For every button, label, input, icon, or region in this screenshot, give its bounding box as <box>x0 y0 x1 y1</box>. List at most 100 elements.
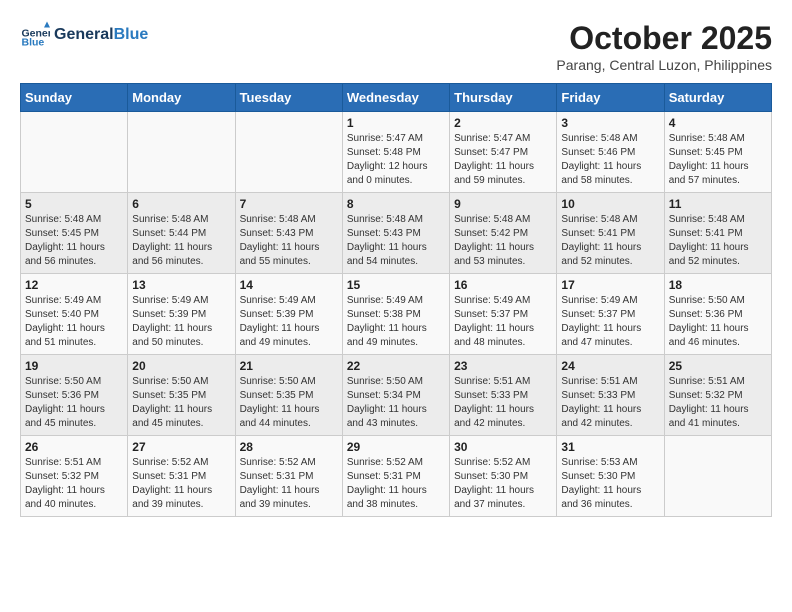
day-info: Sunrise: 5:47 AM Sunset: 5:47 PM Dayligh… <box>454 132 552 188</box>
day-number: 18 <box>669 278 767 292</box>
calendar-cell: 4 Sunrise: 5:48 AM Sunset: 5:45 PM Daylig… <box>664 112 771 193</box>
calendar-cell: 7 Sunrise: 5:48 AM Sunset: 5:43 PM Daylig… <box>235 193 342 274</box>
day-info: Sunrise: 5:47 AM Sunset: 5:48 PM Dayligh… <box>347 132 445 188</box>
day-info: Sunrise: 5:50 AM Sunset: 5:35 PM Dayligh… <box>132 375 230 431</box>
day-info: Sunrise: 5:50 AM Sunset: 5:35 PM Dayligh… <box>240 375 338 431</box>
weekday-header-sunday: Sunday <box>21 84 128 112</box>
calendar-cell <box>235 112 342 193</box>
day-info: Sunrise: 5:49 AM Sunset: 5:40 PM Dayligh… <box>25 294 123 350</box>
week-row-2: 5 Sunrise: 5:48 AM Sunset: 5:45 PM Daylig… <box>21 193 772 274</box>
day-info: Sunrise: 5:51 AM Sunset: 5:32 PM Dayligh… <box>669 375 767 431</box>
logo-text-line1: GeneralBlue <box>54 26 148 44</box>
calendar-cell: 8 Sunrise: 5:48 AM Sunset: 5:43 PM Daylig… <box>342 193 449 274</box>
week-row-5: 26Sunrise: 5:51 AM Sunset: 5:32 PM Dayli… <box>21 436 772 517</box>
calendar-cell: 28Sunrise: 5:52 AM Sunset: 5:31 PM Dayli… <box>235 436 342 517</box>
day-number: 26 <box>25 440 123 454</box>
calendar-cell: 30 Sunrise: 5:52 AM Sunset: 5:30 PM Dayli… <box>450 436 557 517</box>
calendar-cell: 31 Sunrise: 5:53 AM Sunset: 5:30 PM Dayli… <box>557 436 664 517</box>
day-number: 9 <box>454 197 552 211</box>
day-info: Sunrise: 5:48 AM Sunset: 5:45 PM Dayligh… <box>669 132 767 188</box>
calendar-cell: 13 Sunrise: 5:49 AM Sunset: 5:39 PM Dayli… <box>128 274 235 355</box>
calendar-cell: 25Sunrise: 5:51 AM Sunset: 5:32 PM Dayli… <box>664 355 771 436</box>
day-info: Sunrise: 5:49 AM Sunset: 5:37 PM Dayligh… <box>454 294 552 350</box>
weekday-header-thursday: Thursday <box>450 84 557 112</box>
calendar-cell <box>128 112 235 193</box>
day-number: 7 <box>240 197 338 211</box>
svg-text:Blue: Blue <box>22 37 45 49</box>
week-row-4: 19 Sunrise: 5:50 AM Sunset: 5:36 PM Dayli… <box>21 355 772 436</box>
day-number: 4 <box>669 116 767 130</box>
title-block: October 2025 Parang, Central Luzon, Phil… <box>556 20 772 73</box>
day-info: Sunrise: 5:48 AM Sunset: 5:43 PM Dayligh… <box>347 213 445 269</box>
day-number: 28 <box>240 440 338 454</box>
calendar-cell: 20Sunrise: 5:50 AM Sunset: 5:35 PM Dayli… <box>128 355 235 436</box>
day-number: 27 <box>132 440 230 454</box>
calendar-cell: 2 Sunrise: 5:47 AM Sunset: 5:47 PM Daylig… <box>450 112 557 193</box>
calendar-cell: 1 Sunrise: 5:47 AM Sunset: 5:48 PM Daylig… <box>342 112 449 193</box>
day-number: 3 <box>561 116 659 130</box>
weekday-header-row: SundayMondayTuesdayWednesdayThursdayFrid… <box>21 84 772 112</box>
day-info: Sunrise: 5:53 AM Sunset: 5:30 PM Dayligh… <box>561 456 659 512</box>
calendar-cell: 29 Sunrise: 5:52 AM Sunset: 5:31 PM Dayli… <box>342 436 449 517</box>
calendar-cell: 24 Sunrise: 5:51 AM Sunset: 5:33 PM Dayli… <box>557 355 664 436</box>
day-number: 6 <box>132 197 230 211</box>
weekday-header-tuesday: Tuesday <box>235 84 342 112</box>
day-number: 31 <box>561 440 659 454</box>
day-number: 29 <box>347 440 445 454</box>
day-info: Sunrise: 5:49 AM Sunset: 5:39 PM Dayligh… <box>132 294 230 350</box>
day-number: 8 <box>347 197 445 211</box>
calendar-cell: 26Sunrise: 5:51 AM Sunset: 5:32 PM Dayli… <box>21 436 128 517</box>
day-number: 11 <box>669 197 767 211</box>
day-number: 24 <box>561 359 659 373</box>
day-number: 13 <box>132 278 230 292</box>
day-info: Sunrise: 5:48 AM Sunset: 5:44 PM Dayligh… <box>132 213 230 269</box>
calendar-table: SundayMondayTuesdayWednesdayThursdayFrid… <box>20 83 772 517</box>
day-info: Sunrise: 5:52 AM Sunset: 5:31 PM Dayligh… <box>347 456 445 512</box>
calendar-cell: 22Sunrise: 5:50 AM Sunset: 5:34 PM Dayli… <box>342 355 449 436</box>
calendar-cell: 3 Sunrise: 5:48 AM Sunset: 5:46 PM Daylig… <box>557 112 664 193</box>
day-info: Sunrise: 5:50 AM Sunset: 5:36 PM Dayligh… <box>25 375 123 431</box>
calendar-cell: 11 Sunrise: 5:48 AM Sunset: 5:41 PM Dayli… <box>664 193 771 274</box>
day-number: 15 <box>347 278 445 292</box>
day-number: 12 <box>25 278 123 292</box>
day-info: Sunrise: 5:50 AM Sunset: 5:34 PM Dayligh… <box>347 375 445 431</box>
day-number: 30 <box>454 440 552 454</box>
day-info: Sunrise: 5:49 AM Sunset: 5:39 PM Dayligh… <box>240 294 338 350</box>
calendar-cell: 19 Sunrise: 5:50 AM Sunset: 5:36 PM Dayli… <box>21 355 128 436</box>
day-number: 21 <box>240 359 338 373</box>
day-info: Sunrise: 5:49 AM Sunset: 5:37 PM Dayligh… <box>561 294 659 350</box>
calendar-cell: 10Sunrise: 5:48 AM Sunset: 5:41 PM Dayli… <box>557 193 664 274</box>
calendar-cell: 14 Sunrise: 5:49 AM Sunset: 5:39 PM Dayli… <box>235 274 342 355</box>
day-number: 19 <box>25 359 123 373</box>
calendar-cell <box>664 436 771 517</box>
day-info: Sunrise: 5:48 AM Sunset: 5:45 PM Dayligh… <box>25 213 123 269</box>
calendar-cell: 23 Sunrise: 5:51 AM Sunset: 5:33 PM Dayli… <box>450 355 557 436</box>
calendar-cell: 6 Sunrise: 5:48 AM Sunset: 5:44 PM Daylig… <box>128 193 235 274</box>
week-row-3: 12 Sunrise: 5:49 AM Sunset: 5:40 PM Dayli… <box>21 274 772 355</box>
calendar-cell <box>21 112 128 193</box>
day-number: 5 <box>25 197 123 211</box>
calendar-cell: 15 Sunrise: 5:49 AM Sunset: 5:38 PM Dayli… <box>342 274 449 355</box>
weekday-header-friday: Friday <box>557 84 664 112</box>
day-info: Sunrise: 5:48 AM Sunset: 5:41 PM Dayligh… <box>561 213 659 269</box>
day-info: Sunrise: 5:48 AM Sunset: 5:41 PM Dayligh… <box>669 213 767 269</box>
weekday-header-monday: Monday <box>128 84 235 112</box>
day-info: Sunrise: 5:48 AM Sunset: 5:43 PM Dayligh… <box>240 213 338 269</box>
day-number: 23 <box>454 359 552 373</box>
weekday-header-saturday: Saturday <box>664 84 771 112</box>
day-number: 14 <box>240 278 338 292</box>
day-info: Sunrise: 5:48 AM Sunset: 5:42 PM Dayligh… <box>454 213 552 269</box>
location: Parang, Central Luzon, Philippines <box>556 57 772 73</box>
day-info: Sunrise: 5:48 AM Sunset: 5:46 PM Dayligh… <box>561 132 659 188</box>
logo-icon: General Blue <box>20 20 50 50</box>
calendar-cell: 27Sunrise: 5:52 AM Sunset: 5:31 PM Dayli… <box>128 436 235 517</box>
day-info: Sunrise: 5:52 AM Sunset: 5:30 PM Dayligh… <box>454 456 552 512</box>
day-info: Sunrise: 5:51 AM Sunset: 5:33 PM Dayligh… <box>454 375 552 431</box>
calendar-cell: 21 Sunrise: 5:50 AM Sunset: 5:35 PM Dayli… <box>235 355 342 436</box>
day-number: 1 <box>347 116 445 130</box>
day-info: Sunrise: 5:49 AM Sunset: 5:38 PM Dayligh… <box>347 294 445 350</box>
day-info: Sunrise: 5:50 AM Sunset: 5:36 PM Dayligh… <box>669 294 767 350</box>
day-info: Sunrise: 5:51 AM Sunset: 5:33 PM Dayligh… <box>561 375 659 431</box>
day-number: 2 <box>454 116 552 130</box>
day-number: 16 <box>454 278 552 292</box>
